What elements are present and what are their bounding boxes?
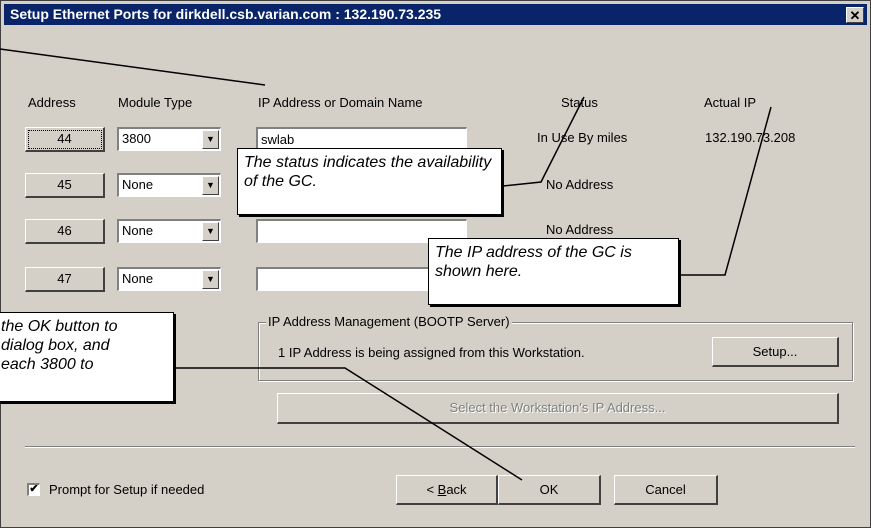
ok-callout-line-1: the OK button to <box>1 318 118 335</box>
back-button[interactable]: < Back <box>396 475 498 505</box>
back-mnemonic: B <box>437 482 447 497</box>
status-text-46: No Address <box>546 222 614 237</box>
ok-callout-line-3: each 3800 to <box>1 356 94 373</box>
address-button-45[interactable]: 45 <box>25 173 105 198</box>
column-header-status: Status <box>561 95 598 110</box>
column-header-address: Address <box>28 95 76 110</box>
prompt-setup-label: Prompt for Setup if needed <box>49 482 205 497</box>
setup-button[interactable]: Setup... <box>712 337 839 367</box>
chevron-down-icon[interactable]: ▼ <box>202 176 219 195</box>
module-type-select-45[interactable]: None ▼ <box>117 173 221 197</box>
back-label: < Back <box>426 482 467 497</box>
module-type-select-47[interactable]: None ▼ <box>117 267 221 291</box>
chevron-down-icon[interactable]: ▼ <box>202 270 219 289</box>
module-type-value: None <box>122 271 154 286</box>
ok-callout-line-2: dialog box, and <box>1 337 110 354</box>
column-header-actual-ip: Actual IP <box>704 95 757 110</box>
ip-management-group-label: IP Address Management (BOOTP Server) <box>266 314 512 329</box>
status-text-45: No Address <box>546 177 614 192</box>
window-title: Setup Ethernet Ports for dirkdell.csb.va… <box>10 6 442 22</box>
module-type-select-46[interactable]: None ▼ <box>117 219 221 243</box>
column-header-module-type: Module Type <box>118 95 193 110</box>
ip-management-info: 1 IP Address is being assigned from this… <box>278 345 585 360</box>
chevron-down-icon[interactable]: ▼ <box>202 130 219 149</box>
select-workstation-ip-button[interactable]: Select the Workstation's IP Address... <box>277 393 839 424</box>
module-type-value: None <box>122 223 154 238</box>
module-type-select-44[interactable]: 3800 ▼ <box>117 127 221 151</box>
title-bar: Setup Ethernet Ports for dirkdell.csb.va… <box>4 4 867 25</box>
address-button-44[interactable]: 44 <box>25 127 105 152</box>
status-text-44: In Use By miles <box>537 130 628 145</box>
separator <box>25 446 855 448</box>
chevron-down-icon[interactable]: ▼ <box>202 222 219 241</box>
prompt-setup-checkbox[interactable]: ✔ <box>27 483 40 496</box>
module-type-value: 3800 <box>122 131 151 146</box>
cancel-button[interactable]: Cancel <box>614 475 718 505</box>
ok-callout: the OK button to dialog box, and each 38… <box>0 312 174 402</box>
close-icon[interactable]: ✕ <box>846 7 864 23</box>
status-callout: The status indicates the availability of… <box>237 148 502 215</box>
address-button-47[interactable]: 47 <box>25 267 105 292</box>
ok-button[interactable]: OK <box>498 475 601 505</box>
address-button-46[interactable]: 46 <box>25 219 105 244</box>
actual-ip-callout: The IP address of the GC is shown here. <box>428 238 679 305</box>
column-header-ip: IP Address or Domain Name <box>258 95 423 110</box>
actual-ip-text-44: 132.190.73.208 <box>705 130 796 145</box>
module-type-value: None <box>122 177 154 192</box>
